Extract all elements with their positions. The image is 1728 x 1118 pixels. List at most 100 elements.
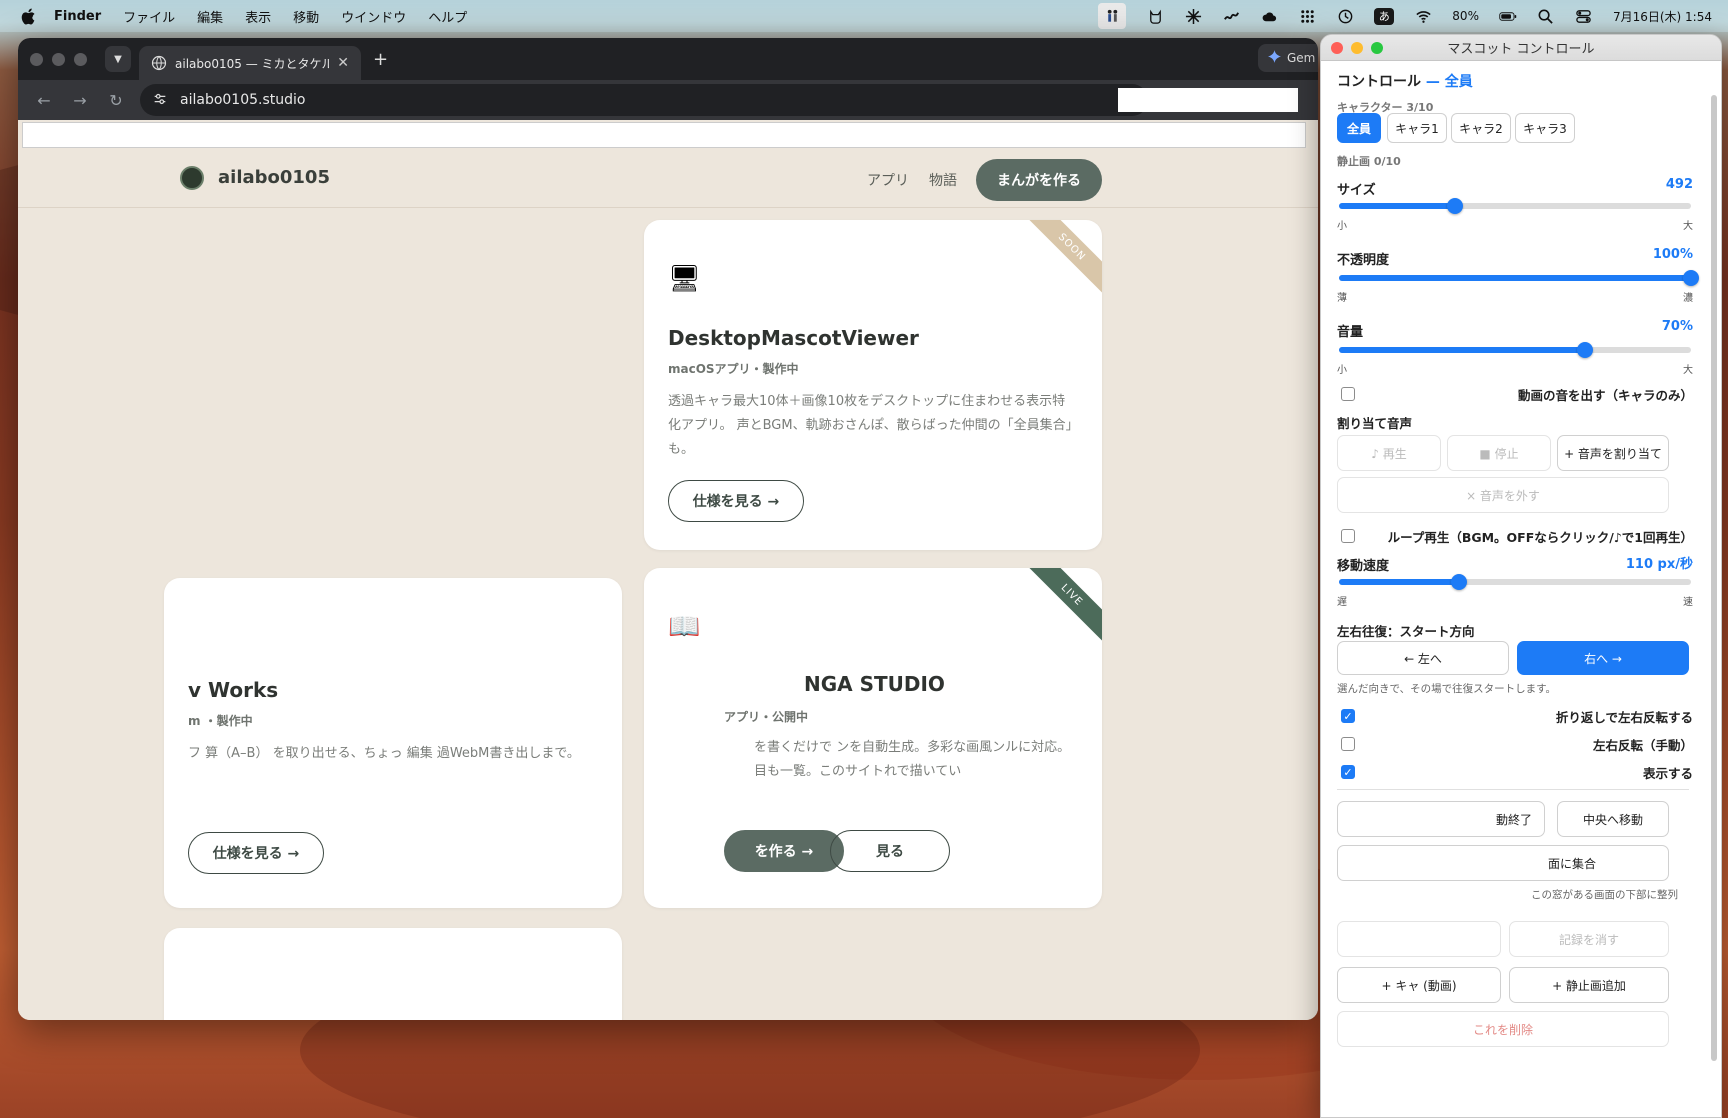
site-settings-icon[interactable]	[152, 91, 170, 109]
card-subtitle: m ・製作中	[188, 714, 253, 728]
menubar-clock[interactable]: 7月16日(木) 1:54	[1613, 8, 1712, 25]
volume-min-label: 小	[1337, 365, 1347, 376]
menu-bar: Finder ファイル 編集 表示 移動 ウインドウ ヘルプ あ 80% 7月1…	[0, 0, 1728, 32]
play-audio-button[interactable]: ♪ 再生	[1337, 435, 1441, 471]
end-motion-button[interactable]: 動終了	[1337, 801, 1545, 837]
view-card-button[interactable]: 見る	[830, 830, 950, 872]
cat-icon[interactable]	[1146, 7, 1164, 25]
forward-arrow-icon[interactable]: →	[70, 91, 90, 110]
speed-max-label: 速	[1683, 597, 1693, 608]
start-right-button[interactable]: 右へ →	[1517, 641, 1689, 675]
browser-window: ▼ ailabo0105 — ミカとタケルと、 ✕ + Gem ← → ↻ ai…	[18, 38, 1318, 1020]
opacity-slider[interactable]	[1339, 270, 1699, 286]
loop-checkbox[interactable]	[1341, 529, 1355, 543]
panel-zoom-button[interactable]	[1371, 42, 1383, 54]
volume-value: 70%	[1661, 319, 1693, 334]
address-bar[interactable]: ailabo0105.studio ☆	[140, 84, 1148, 116]
browser-tab-active[interactable]: ailabo0105 — ミカとタケルと、 ✕	[139, 46, 361, 80]
gather-note: この窓がある画面の下部に整列	[1531, 889, 1678, 901]
panel-close-button[interactable]	[1331, 42, 1343, 54]
time-machine-icon[interactable]	[1336, 7, 1354, 25]
menu-window[interactable]: ウインドウ	[341, 7, 406, 26]
manual-flip-checkbox[interactable]	[1341, 737, 1355, 751]
spotlight-icon[interactable]	[1537, 7, 1555, 25]
gemini-label: Gem	[1287, 51, 1316, 65]
size-label: サイズ	[1337, 183, 1376, 198]
scribble-icon[interactable]	[1222, 7, 1240, 25]
delete-this-button[interactable]: これを削除	[1337, 1011, 1669, 1047]
manual-flip-label: 左右反転（手動）	[1592, 738, 1693, 753]
panel-title: マスコット コントロール	[1447, 42, 1595, 57]
grid-icon[interactable]	[1298, 7, 1316, 25]
control-center-icon[interactable]	[1575, 7, 1593, 25]
add-character-video-button[interactable]: + キャ (動画)	[1337, 967, 1501, 1003]
speed-slider[interactable]	[1339, 574, 1691, 590]
app-card-desktopmascotviewer: SOON 🖥 DesktopMascotViewer macOSアプリ・製作中 …	[644, 220, 1102, 550]
video-sound-checkbox[interactable]	[1341, 387, 1355, 401]
mascot-control-window: マスコット コントロール コントロール — 全員 キャラクター 3/10 全員 …	[1320, 34, 1722, 1118]
make-manga-button[interactable]: まんがを作る	[976, 159, 1102, 201]
nav-stories[interactable]: 物語	[929, 170, 957, 190]
remove-audio-button[interactable]: × 音声を外す	[1337, 477, 1669, 513]
wifi-icon[interactable]	[1414, 7, 1432, 25]
view-spec-button[interactable]: 仕様を見る →	[188, 832, 324, 874]
move-to-center-button[interactable]: 中央へ移動	[1557, 801, 1669, 837]
show-checkbox[interactable]: ✓	[1341, 765, 1355, 779]
make-manga-card-button[interactable]: を作る →	[724, 830, 844, 872]
site-name[interactable]: ailabo0105	[218, 167, 330, 188]
volume-slider[interactable]	[1339, 342, 1691, 358]
site-logo-avatar[interactable]	[180, 166, 204, 190]
card-title: NGA STUDIO	[804, 672, 945, 696]
size-min-label: 小	[1337, 221, 1347, 232]
back-arrow-icon[interactable]: ←	[34, 91, 54, 110]
panel-titlebar: マスコット コントロール	[1321, 35, 1721, 61]
new-tab-button[interactable]: +	[373, 49, 388, 70]
menu-edit[interactable]: 編集	[197, 7, 223, 26]
char-tab-all[interactable]: 全員	[1337, 113, 1381, 143]
mascot-app-icon[interactable]	[1098, 3, 1127, 29]
assign-audio-button[interactable]: + 音声を割り当て	[1557, 435, 1669, 471]
size-slider[interactable]	[1339, 198, 1691, 214]
browser-toolbar: ← → ↻ ailabo0105.studio ☆	[18, 80, 1318, 120]
start-left-button[interactable]: ← 左へ	[1337, 641, 1509, 675]
zoom-window-button[interactable]	[74, 52, 87, 66]
globe-icon	[151, 55, 167, 71]
char-tab-2[interactable]: キャラ2	[1451, 113, 1511, 143]
sparkle-icon[interactable]	[1184, 7, 1202, 25]
menu-go[interactable]: 移動	[293, 7, 319, 26]
menu-file[interactable]: ファイル	[123, 7, 175, 26]
close-tab-icon[interactable]: ✕	[337, 55, 349, 71]
assigned-audio-heading: 割り当て音声	[1337, 416, 1413, 431]
panel-minimize-button[interactable]	[1351, 42, 1363, 54]
menu-finder[interactable]: Finder	[54, 9, 101, 24]
battery-icon[interactable]	[1499, 7, 1517, 25]
tab-search-chevron-icon[interactable]: ▼	[105, 46, 131, 72]
menu-help[interactable]: ヘルプ	[428, 7, 467, 26]
web-page: ailabo0105 アプリ 物語 まんがを作る SOON 🖥 DesktopM…	[18, 150, 1318, 1020]
tab-title: ailabo0105 — ミカとタケルと、	[175, 56, 330, 71]
add-still-image-button[interactable]: + 静止画追加	[1509, 967, 1669, 1003]
close-window-button[interactable]	[30, 52, 43, 66]
loop-label: ループ再生（BGM。OFFならクリック/♪で1回再生）	[1387, 530, 1693, 545]
gather-to-screen-button[interactable]: 面に集合	[1337, 845, 1669, 881]
book-icon: 📖	[668, 612, 701, 642]
panel-scrollbar[interactable]	[1711, 95, 1717, 1061]
gemini-button[interactable]: Gem	[1258, 44, 1318, 72]
cloud-icon[interactable]	[1260, 7, 1278, 25]
apple-icon[interactable]	[20, 7, 36, 25]
stop-audio-button[interactable]: ■ 停止	[1447, 435, 1551, 471]
nav-apps[interactable]: アプリ	[867, 170, 909, 190]
opacity-max-label: 濃	[1683, 293, 1693, 304]
size-value: 492	[1665, 177, 1693, 192]
flip-on-turn-checkbox[interactable]: ✓	[1341, 709, 1355, 723]
still-image-count: 静止画 0/10	[1337, 155, 1401, 168]
char-tab-3[interactable]: キャラ3	[1515, 113, 1575, 143]
reload-icon[interactable]: ↻	[106, 91, 126, 110]
char-tab-1[interactable]: キャラ1	[1387, 113, 1447, 143]
input-method-icon[interactable]: あ	[1374, 7, 1395, 25]
menu-view[interactable]: 表示	[245, 7, 271, 26]
view-spec-button[interactable]: 仕様を見る →	[668, 480, 804, 522]
disabled-left-button[interactable]	[1337, 921, 1501, 957]
clear-record-button[interactable]: 記録を消す	[1509, 921, 1669, 957]
minimize-window-button[interactable]	[52, 52, 65, 66]
